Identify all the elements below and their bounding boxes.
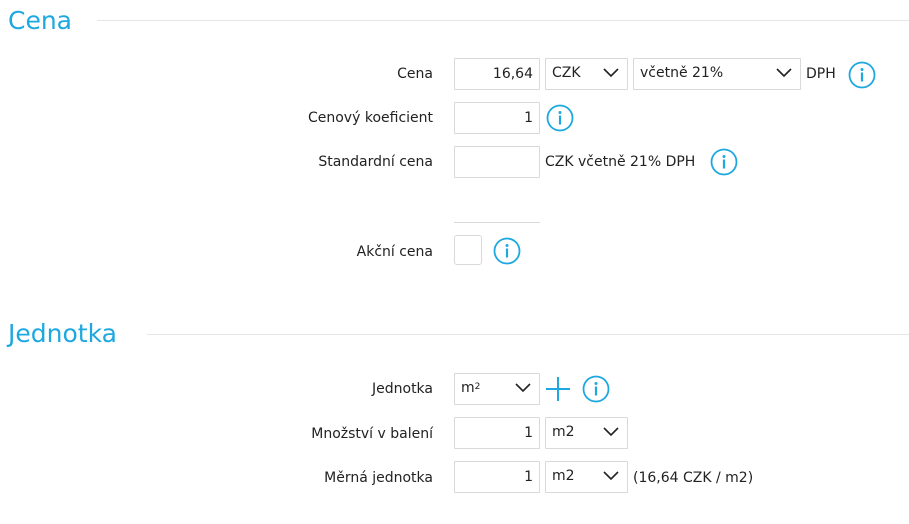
chevron-down-icon [603,68,619,78]
measure-unit-input[interactable]: 1 [454,461,540,493]
unit-select-value: m2 [461,380,480,396]
coefficient-label: Cenový koeficient [307,110,433,126]
vat-suffix: DPH [806,66,836,82]
price-input[interactable]: 16,64 [454,58,540,90]
coefficient-input[interactable]: 1 [454,102,540,134]
info-icon[interactable] [709,147,739,177]
price-label: Cena [397,66,433,82]
package-unit-select-value: m2 [552,424,575,440]
unit-label: Jednotka [372,381,433,397]
measure-unit-select[interactable]: m2 [545,461,628,493]
measure-unit-select-value: m2 [552,468,575,484]
sale-price-label: Akční cena [356,244,433,260]
field-divider [454,222,540,223]
chevron-down-icon [515,383,531,393]
chevron-down-icon [776,68,792,78]
unit-value-exponent: 2 [474,382,481,392]
sale-price-checkbox[interactable] [454,235,482,265]
currency-select-value: CZK [552,65,581,81]
package-unit-select[interactable]: m2 [545,417,628,449]
measure-unit-label: Měrná jednotka [324,470,433,486]
section-title-jednotka: Jednotka [8,319,117,348]
currency-select[interactable]: CZK [545,58,628,90]
info-icon[interactable] [545,103,575,133]
section-title-cena: Cena [8,6,73,35]
unit-select[interactable]: m2 [454,373,540,405]
vat-select[interactable]: včetně 21% [633,58,801,90]
chevron-down-icon [603,471,619,481]
info-icon[interactable] [581,374,611,404]
chevron-down-icon [603,427,619,437]
unit-price-note: (16,64 CZK / m2) [633,470,754,486]
standard-price-label: Standardní cena [318,154,433,170]
section-divider [147,334,909,335]
plus-icon[interactable] [545,376,571,402]
package-quantity-label: Množství v balení [311,426,433,442]
standard-price-suffix: CZK včetně 21% DPH [545,154,696,170]
standard-price-input[interactable] [454,146,540,178]
info-icon[interactable] [492,236,522,266]
section-divider [97,20,909,21]
info-icon[interactable] [847,60,877,90]
unit-value-base: m [461,380,475,396]
package-quantity-input[interactable]: 1 [454,417,540,449]
vat-select-value: včetně 21% [640,65,724,81]
